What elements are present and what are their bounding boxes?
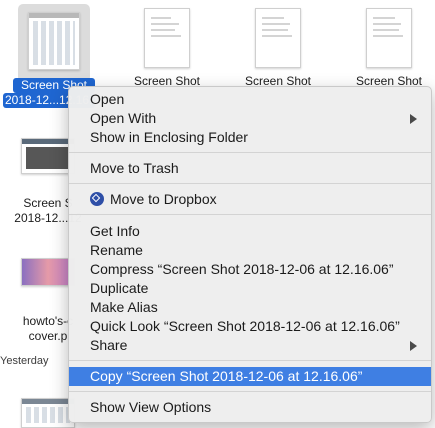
menu-item-get-info[interactable]: Get Info [69,222,431,241]
menu-item-copy[interactable]: Copy “Screen Shot 2018-12-06 at 12.16.06… [69,367,431,386]
menu-item-quick-look[interactable]: Quick Look “Screen Shot 2018-12-06 at 12… [69,317,431,336]
menu-item-show-in-enclosing-folder[interactable]: Show in Enclosing Folder [69,128,431,147]
menu-item-open[interactable]: Open [69,90,431,109]
file-thumbnail [28,12,80,70]
file-thumbnail [144,8,190,68]
menu-item-rename[interactable]: Rename [69,241,431,260]
finder-icon-view: Screen Shot 2018-12...12.16.06 Screen Sh… [0,0,435,428]
submenu-arrow-icon [410,114,417,124]
file-item[interactable]: Screen Shot [348,8,430,89]
menu-item-show-view-options[interactable]: Show View Options [69,398,431,417]
dropbox-icon [90,192,104,206]
file-thumbnail [366,8,412,68]
submenu-arrow-icon [410,341,417,351]
file-thumbnail [21,398,75,428]
group-label-yesterday: Yesterday [0,355,49,367]
menu-separator [69,214,431,215]
menu-item-open-with[interactable]: Open With [69,109,431,128]
file-thumbnail [255,8,301,68]
menu-separator [69,152,431,153]
menu-item-move-to-trash[interactable]: Move to Trash [69,159,431,178]
file-item[interactable]: Screen Shot [126,8,208,89]
file-item[interactable]: Screen Shot [237,8,319,89]
menu-item-make-alias[interactable]: Make Alias [69,298,431,317]
file-thumbnail [21,138,75,174]
context-menu: Open Open With Show in Enclosing Folder … [68,86,432,423]
menu-item-share[interactable]: Share [69,336,431,355]
file-thumbnail [21,258,75,286]
menu-item-duplicate[interactable]: Duplicate [69,279,431,298]
menu-item-compress[interactable]: Compress “Screen Shot 2018-12-06 at 12.1… [69,260,431,279]
menu-separator [69,360,431,361]
menu-item-move-to-dropbox[interactable]: Move to Dropbox [69,190,431,209]
menu-separator [69,183,431,184]
menu-separator [69,391,431,392]
